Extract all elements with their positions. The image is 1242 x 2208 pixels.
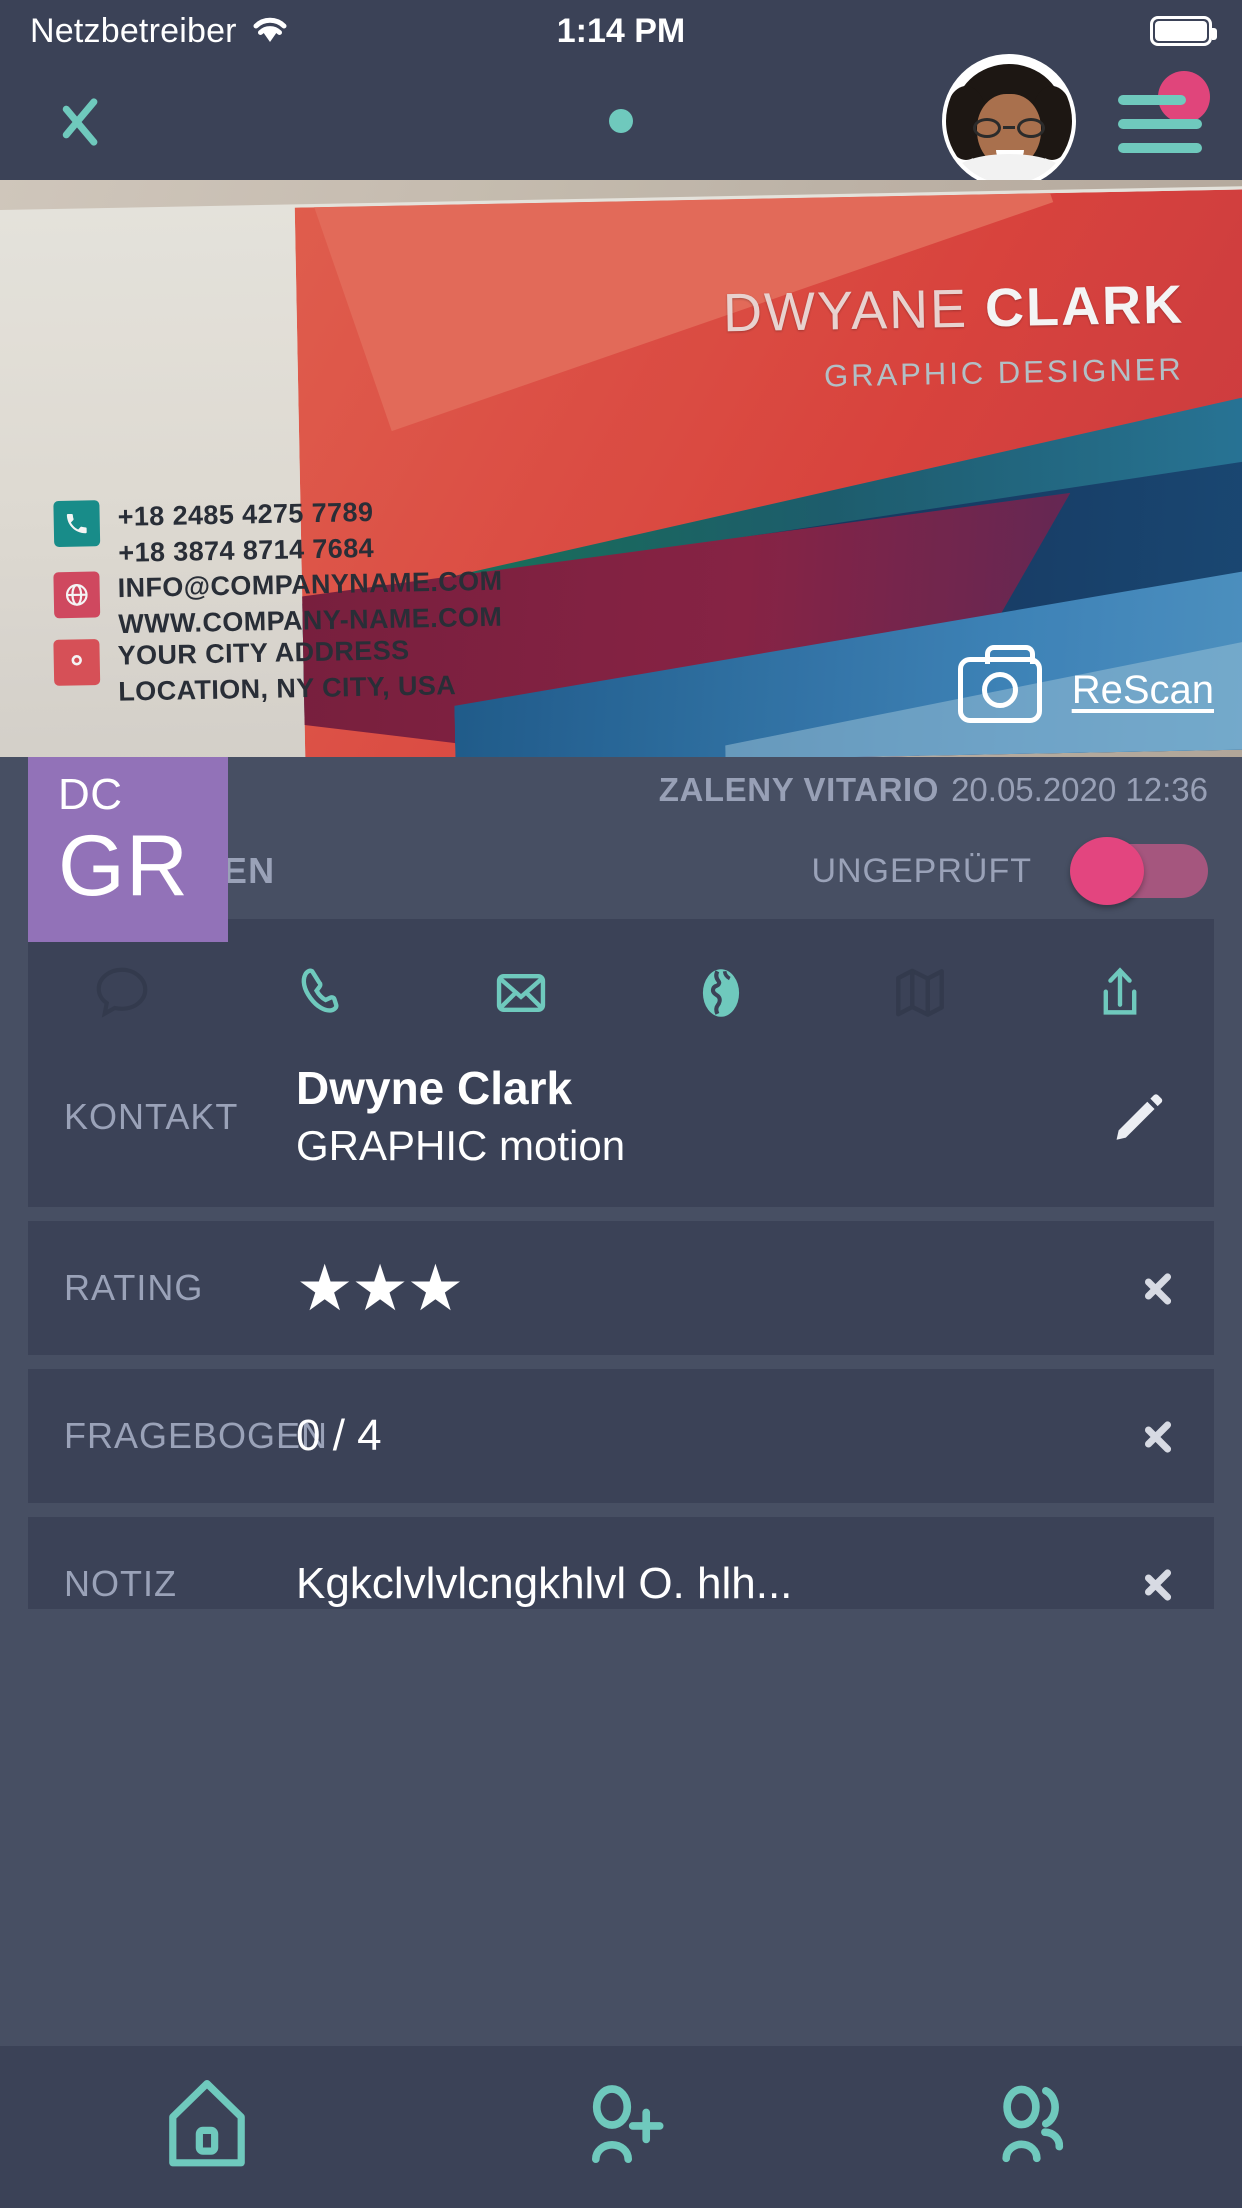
chevron-left-icon — [58, 85, 100, 157]
mail-icon[interactable] — [473, 953, 569, 1033]
rescan-button[interactable]: ReScan — [957, 645, 1214, 723]
back-button[interactable] — [36, 78, 122, 164]
tab-home[interactable] — [0, 2046, 414, 2208]
page-indicator-dot — [609, 109, 633, 133]
tab-group[interactable] — [828, 2046, 1242, 2208]
rating-label: RATING — [64, 1266, 204, 1308]
notiz-value: Kgkclvlvlcngkhlvl O. hlh... — [296, 1558, 793, 1608]
status-bar-right — [1150, 16, 1217, 46]
business-card-photo[interactable]: DWYANE CLARK GRAPHIC DESIGNER +18 2485 4… — [0, 180, 1242, 757]
phone-icon[interactable] — [274, 953, 370, 1033]
fragebogen-row[interactable]: FRAGEBOGEN 0 / 4 — [28, 1369, 1214, 1503]
user-avatar[interactable] — [946, 58, 1072, 184]
nav-bar-right — [946, 58, 1210, 184]
app-screen: Netzbetreiber 1:14 PM DWYANE CLARK GRAPH… — [0, 0, 1242, 2208]
wifi-icon — [251, 14, 289, 49]
nav-bar — [0, 58, 1242, 184]
toggle-knob — [1070, 837, 1144, 905]
rescan-label: ReScan — [1071, 667, 1214, 712]
status-bar-left: Netzbetreiber — [30, 12, 289, 51]
hamburger-menu-icon — [1118, 95, 1186, 105]
initials-large: GR — [58, 818, 189, 914]
hamburger-menu-button[interactable] — [1110, 71, 1210, 169]
lead-date-label: 20.05.2020 12:36 — [951, 771, 1208, 808]
camera-icon — [957, 645, 1042, 723]
globe-icon[interactable] — [673, 953, 769, 1033]
notiz-row[interactable]: NOTIZ Kgkclvlvlcngkhlvl O. hlh... — [28, 1517, 1214, 1609]
status-bar: Netzbetreiber 1:14 PM — [0, 0, 1242, 62]
kontakt-card: KONTAKT Dwyne Clark GRAPHIC motion — [28, 919, 1214, 1207]
kontakt-company: GRAPHIC motion — [296, 1122, 626, 1170]
tab-add-person[interactable] — [414, 2046, 828, 2208]
lead-verified-toggle[interactable] — [1070, 837, 1208, 905]
rating-stars: ★★★ — [296, 1251, 464, 1324]
fragebogen-card[interactable]: FRAGEBOGEN 0 / 4 — [28, 1368, 1214, 1503]
chevron-right-icon[interactable] — [1134, 1266, 1178, 1310]
fragebogen-value: 0 / 4 — [296, 1410, 382, 1460]
initials-badge: DC GR — [28, 757, 228, 942]
home-icon — [153, 2071, 261, 2184]
kontakt-name: Dwyne Clark — [296, 1062, 573, 1114]
pencil-icon[interactable] — [1098, 1077, 1178, 1157]
rating-row[interactable]: RATING ★★★ — [28, 1221, 1214, 1355]
lead-status-label: UNGEPRÜFT — [811, 851, 1032, 890]
rating-card[interactable]: RATING ★★★ — [28, 1220, 1214, 1355]
initials-small: DC — [58, 770, 123, 819]
lead-company-label: ZALENY VITARIO — [658, 771, 940, 808]
kontakt-label: KONTAKT — [64, 1095, 239, 1137]
chevron-right-icon[interactable] — [1134, 1414, 1178, 1458]
battery-full-icon — [1150, 16, 1217, 46]
share-icon[interactable] — [1072, 953, 1168, 1033]
kontakt-row[interactable]: KONTAKT Dwyne Clark GRAPHIC motion — [28, 1051, 1214, 1207]
fragebogen-label: FRAGEBOGEN — [64, 1414, 329, 1456]
notiz-label: NOTIZ — [64, 1562, 177, 1604]
chevron-right-icon[interactable] — [1134, 1562, 1178, 1606]
carrier-label: Netzbetreiber — [30, 11, 237, 50]
group-icon — [981, 2071, 1089, 2184]
map-icon[interactable] — [872, 953, 968, 1033]
bottom-tab-bar — [0, 2046, 1242, 2208]
add-person-icon — [567, 2071, 675, 2184]
chat-icon[interactable] — [74, 953, 170, 1033]
notiz-card[interactable]: NOTIZ Kgkclvlvlcngkhlvl O. hlh... — [28, 1516, 1214, 1609]
